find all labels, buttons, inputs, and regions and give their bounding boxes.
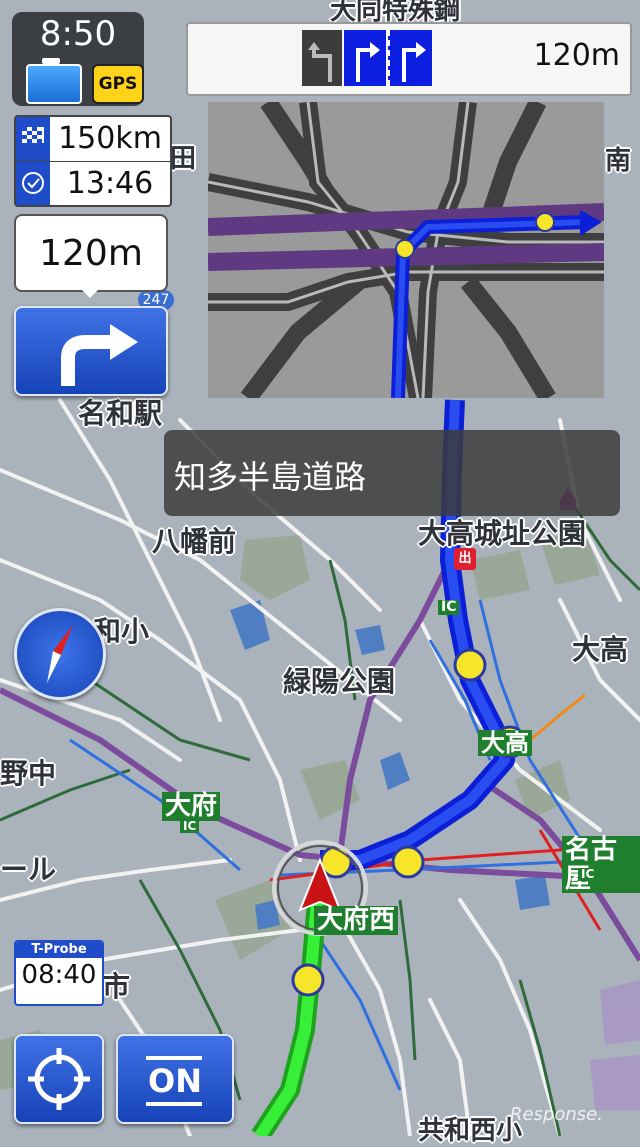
junction-view — [208, 102, 604, 398]
arrival-time: 13:46 — [66, 166, 154, 201]
current-location-button[interactable] — [14, 1034, 104, 1124]
exit-sign: 出 — [454, 548, 476, 570]
turn-right-arrow-icon — [61, 324, 138, 386]
on-toggle-button[interactable]: ON — [116, 1034, 234, 1124]
road-name-banner: 知多半島道路 — [164, 430, 620, 516]
map-label-ootaka-castle-park: 大高城址公園 — [418, 517, 587, 550]
map-sign-obu: 大府 — [162, 792, 221, 821]
next-turn-arrow[interactable] — [14, 306, 168, 396]
battery-icon — [26, 64, 82, 104]
map-label-yawata-mae: 八幡前 — [152, 525, 237, 558]
bubble-tail — [80, 288, 100, 298]
map-label-ru: ール — [0, 853, 57, 886]
map-label-nawa-station: 名和駅 — [78, 397, 163, 430]
map-sign-ootaka-ic: 大高 — [478, 730, 532, 756]
lane-distance: 120m — [533, 38, 620, 73]
clock-icon — [16, 162, 50, 205]
map-sign-ic-nagoya: IC — [578, 867, 598, 882]
map-label-kyowa: 共和西小 — [418, 1116, 523, 1146]
map-label-nonaka: 野中 — [0, 757, 57, 790]
battery-cap — [42, 58, 60, 64]
on-label: ON — [148, 1062, 202, 1100]
goal-flag-icon — [16, 117, 50, 161]
status-panel: 8:50 GPS — [12, 12, 144, 106]
lane-right-arrow-icon — [402, 42, 426, 82]
route-info-panel[interactable]: 150km 13:46 — [14, 115, 172, 207]
tprobe-label: T-Probe — [16, 942, 102, 958]
map-sign-ic: IC — [438, 599, 460, 616]
next-turn-distance: 120m — [14, 214, 168, 292]
tprobe-time: 08:40 — [21, 960, 97, 990]
lane-left — [302, 30, 342, 86]
road-name: 知多半島道路 — [174, 458, 367, 496]
compass-needle-icon — [47, 625, 73, 683]
map-label-minami: 南 — [605, 146, 632, 176]
map-label-shi: 市 — [102, 970, 131, 1003]
map-sign-nagoya: 名古屋 — [562, 836, 640, 894]
gps-icon: GPS — [92, 64, 144, 104]
watermark: Response. — [510, 1104, 603, 1125]
lane-guide-bar: 120m — [186, 22, 632, 96]
lane-right-1 — [344, 30, 386, 86]
map-label-ootaka: 大高 — [572, 633, 629, 666]
map-sign-ic-obu: IC — [180, 819, 200, 834]
remaining-distance: 150km — [58, 121, 162, 156]
compass-button[interactable] — [14, 608, 106, 700]
map-label-ryokuyo-park: 緑陽公園 — [283, 665, 396, 698]
crosshair-icon — [28, 1048, 90, 1110]
map-label-ta: 田 — [170, 144, 197, 174]
lane-right-arrow-icon — [356, 42, 380, 82]
clock: 8:50 — [39, 14, 117, 54]
tprobe-widget[interactable]: T-Probe 08:40 — [14, 940, 104, 1006]
map-sign-obu-nishi: 大府西 — [314, 906, 399, 935]
lane-left-arrow-icon — [308, 42, 332, 82]
lane-right-2 — [388, 30, 432, 86]
